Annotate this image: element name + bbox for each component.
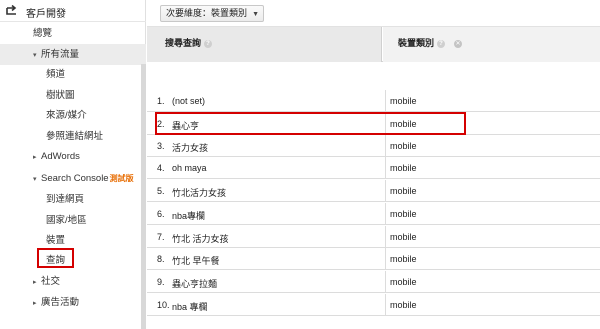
sidebar-item-label: 到達網頁 xyxy=(46,194,85,205)
secondary-dimension-label: 次要維度：裝置類別 xyxy=(166,8,248,18)
sidebar-item[interactable]: ▸ 社交 xyxy=(0,271,146,292)
sidebar-item[interactable]: 頻道 xyxy=(0,64,146,85)
query-cell[interactable]: 竹北 活力女孩 xyxy=(172,232,229,245)
device-cell: mobile xyxy=(385,203,417,225)
sidebar-item-label: 樹狀圖 xyxy=(46,90,75,101)
sidebar-item-label: 頻道 xyxy=(46,69,66,80)
row-number: 5. xyxy=(157,186,165,196)
row-number: 6. xyxy=(157,209,165,219)
sidebar-item-label: AdWords xyxy=(41,151,80,162)
sidebar-item-label: 參照連結網址 xyxy=(46,131,104,142)
sidebar-item-label: 所有流量 xyxy=(41,49,80,60)
device-cell: mobile xyxy=(385,294,417,316)
table-row[interactable]: 6. nba專欄 mobile xyxy=(147,203,600,225)
sidebar-item[interactable]: ▸ AdWords xyxy=(0,146,146,167)
sidebar-item-label: 來源/媒介 xyxy=(46,110,87,121)
query-cell[interactable]: oh maya xyxy=(172,163,207,173)
column-label-query: 搜尋查詢 xyxy=(165,38,202,48)
sidebar-item-label: 總覽 xyxy=(33,28,53,39)
row-number: 1. xyxy=(157,96,165,106)
sidebar-item[interactable]: 樹狀圖 xyxy=(0,85,146,106)
acquisition-arrow-icon xyxy=(6,5,17,15)
table-toolbar: 次要維度：裝置類別 ▼ xyxy=(147,0,600,27)
row-number: 7. xyxy=(157,232,165,242)
main-panel: 次要維度：裝置類別 ▼ 搜尋查詢? 裝置類別? ✕ 1. (not set) mobi… xyxy=(147,0,600,329)
device-cell: mobile xyxy=(385,180,417,202)
sidebar-item[interactable]: ▾ 所有流量 xyxy=(0,44,146,65)
sidebar-item-label: Search Console xyxy=(41,173,109,184)
expanded-triangle-icon[interactable]: ▾ xyxy=(33,45,41,66)
collapsed-triangle-icon[interactable]: ▸ xyxy=(33,147,41,168)
table-row[interactable]: 9. 蟲心亨拉麵 mobile xyxy=(147,271,600,293)
query-cell[interactable]: nba 專欄 xyxy=(172,300,208,313)
collapsed-triangle-icon[interactable]: ▸ xyxy=(33,272,41,293)
column-header-device[interactable]: 裝置類別? ✕ xyxy=(383,27,600,62)
sidebar-item[interactable]: ▾ Search Console測試版 xyxy=(0,168,146,189)
query-cell[interactable]: 竹北活力女孩 xyxy=(172,186,226,199)
table-row[interactable]: 3. 活力女孩 mobile xyxy=(147,135,600,157)
table-row[interactable]: 4. oh maya mobile xyxy=(147,157,600,179)
sidebar-item-label: 廣告活動 xyxy=(41,297,80,308)
sidebar-item[interactable]: 來源/媒介 xyxy=(0,105,146,126)
row-number: 9. xyxy=(157,277,165,287)
column-header-query[interactable]: 搜尋查詢? xyxy=(147,27,382,62)
sidebar-item-label: 裝置 xyxy=(46,235,66,246)
sidebar-item[interactable]: 總覽 xyxy=(0,23,146,44)
table-header: 搜尋查詢? 裝置類別? ✕ xyxy=(147,27,600,62)
row-number: 4. xyxy=(157,163,165,173)
sidebar-section-header[interactable]: 客戶開發 xyxy=(0,0,146,22)
table-row[interactable]: 5. 竹北活力女孩 mobile xyxy=(147,180,600,202)
query-cell[interactable]: 竹北 早午餐 xyxy=(172,254,220,267)
query-cell[interactable]: nba專欄 xyxy=(172,209,205,222)
help-icon[interactable]: ? xyxy=(204,40,213,48)
collapsed-triangle-icon[interactable]: ▸ xyxy=(33,293,41,314)
row-number: 8. xyxy=(157,254,165,264)
remove-dimension-icon[interactable]: ✕ xyxy=(454,40,463,48)
row-number: 3. xyxy=(157,141,165,151)
sidebar-item[interactable]: ▸ 廣告活動 xyxy=(0,292,146,313)
secondary-dimension-dropdown[interactable]: 次要維度：裝置類別 ▼ xyxy=(160,5,265,22)
sidebar-item[interactable]: 國家/地區 xyxy=(0,210,146,231)
query-cell[interactable]: 活力女孩 xyxy=(172,141,208,154)
device-cell: mobile xyxy=(385,135,417,157)
query-cell[interactable]: 蟲心亨拉麵 xyxy=(172,277,217,290)
table-row[interactable]: 7. 竹北 活力女孩 mobile xyxy=(147,226,600,248)
query-highlight-box xyxy=(37,248,74,268)
table-row[interactable]: 8. 竹北 早午餐 mobile xyxy=(147,248,600,270)
device-cell: mobile xyxy=(385,248,417,270)
table-row[interactable]: 1. (not set) mobile xyxy=(147,90,600,112)
sidebar-item-label: 國家/地區 xyxy=(46,215,87,226)
sidebar-item[interactable]: 參照連結網址 xyxy=(0,126,146,147)
device-cell: mobile xyxy=(385,157,417,179)
beta-badge: 測試版 xyxy=(109,174,134,183)
device-cell: mobile xyxy=(385,226,417,248)
sidebar: 客戶開發 總覽 ▾ 所有流量 頻道 樹狀圖 來源/媒介 參照連結網址 ▸ AdWords ▾ Sea… xyxy=(0,0,146,329)
sidebar-item[interactable]: 到達網頁 xyxy=(0,189,146,210)
expanded-triangle-icon[interactable]: ▾ xyxy=(33,169,41,190)
sidebar-item-label: 社交 xyxy=(41,276,61,287)
chevron-down-icon: ▼ xyxy=(252,11,260,18)
row-highlight-box xyxy=(155,112,466,135)
sidebar-section-title: 客戶開發 xyxy=(26,9,66,20)
device-cell: mobile xyxy=(385,90,417,112)
column-label-device: 裝置類別 xyxy=(398,38,435,48)
table-row[interactable]: 10. nba 專欄 mobile xyxy=(147,294,600,316)
query-cell[interactable]: (not set) xyxy=(172,96,205,106)
help-icon[interactable]: ? xyxy=(437,40,446,48)
device-cell: mobile xyxy=(385,271,417,293)
sidebar-scrollbar[interactable] xyxy=(141,64,146,329)
row-number: 10. xyxy=(157,300,170,310)
